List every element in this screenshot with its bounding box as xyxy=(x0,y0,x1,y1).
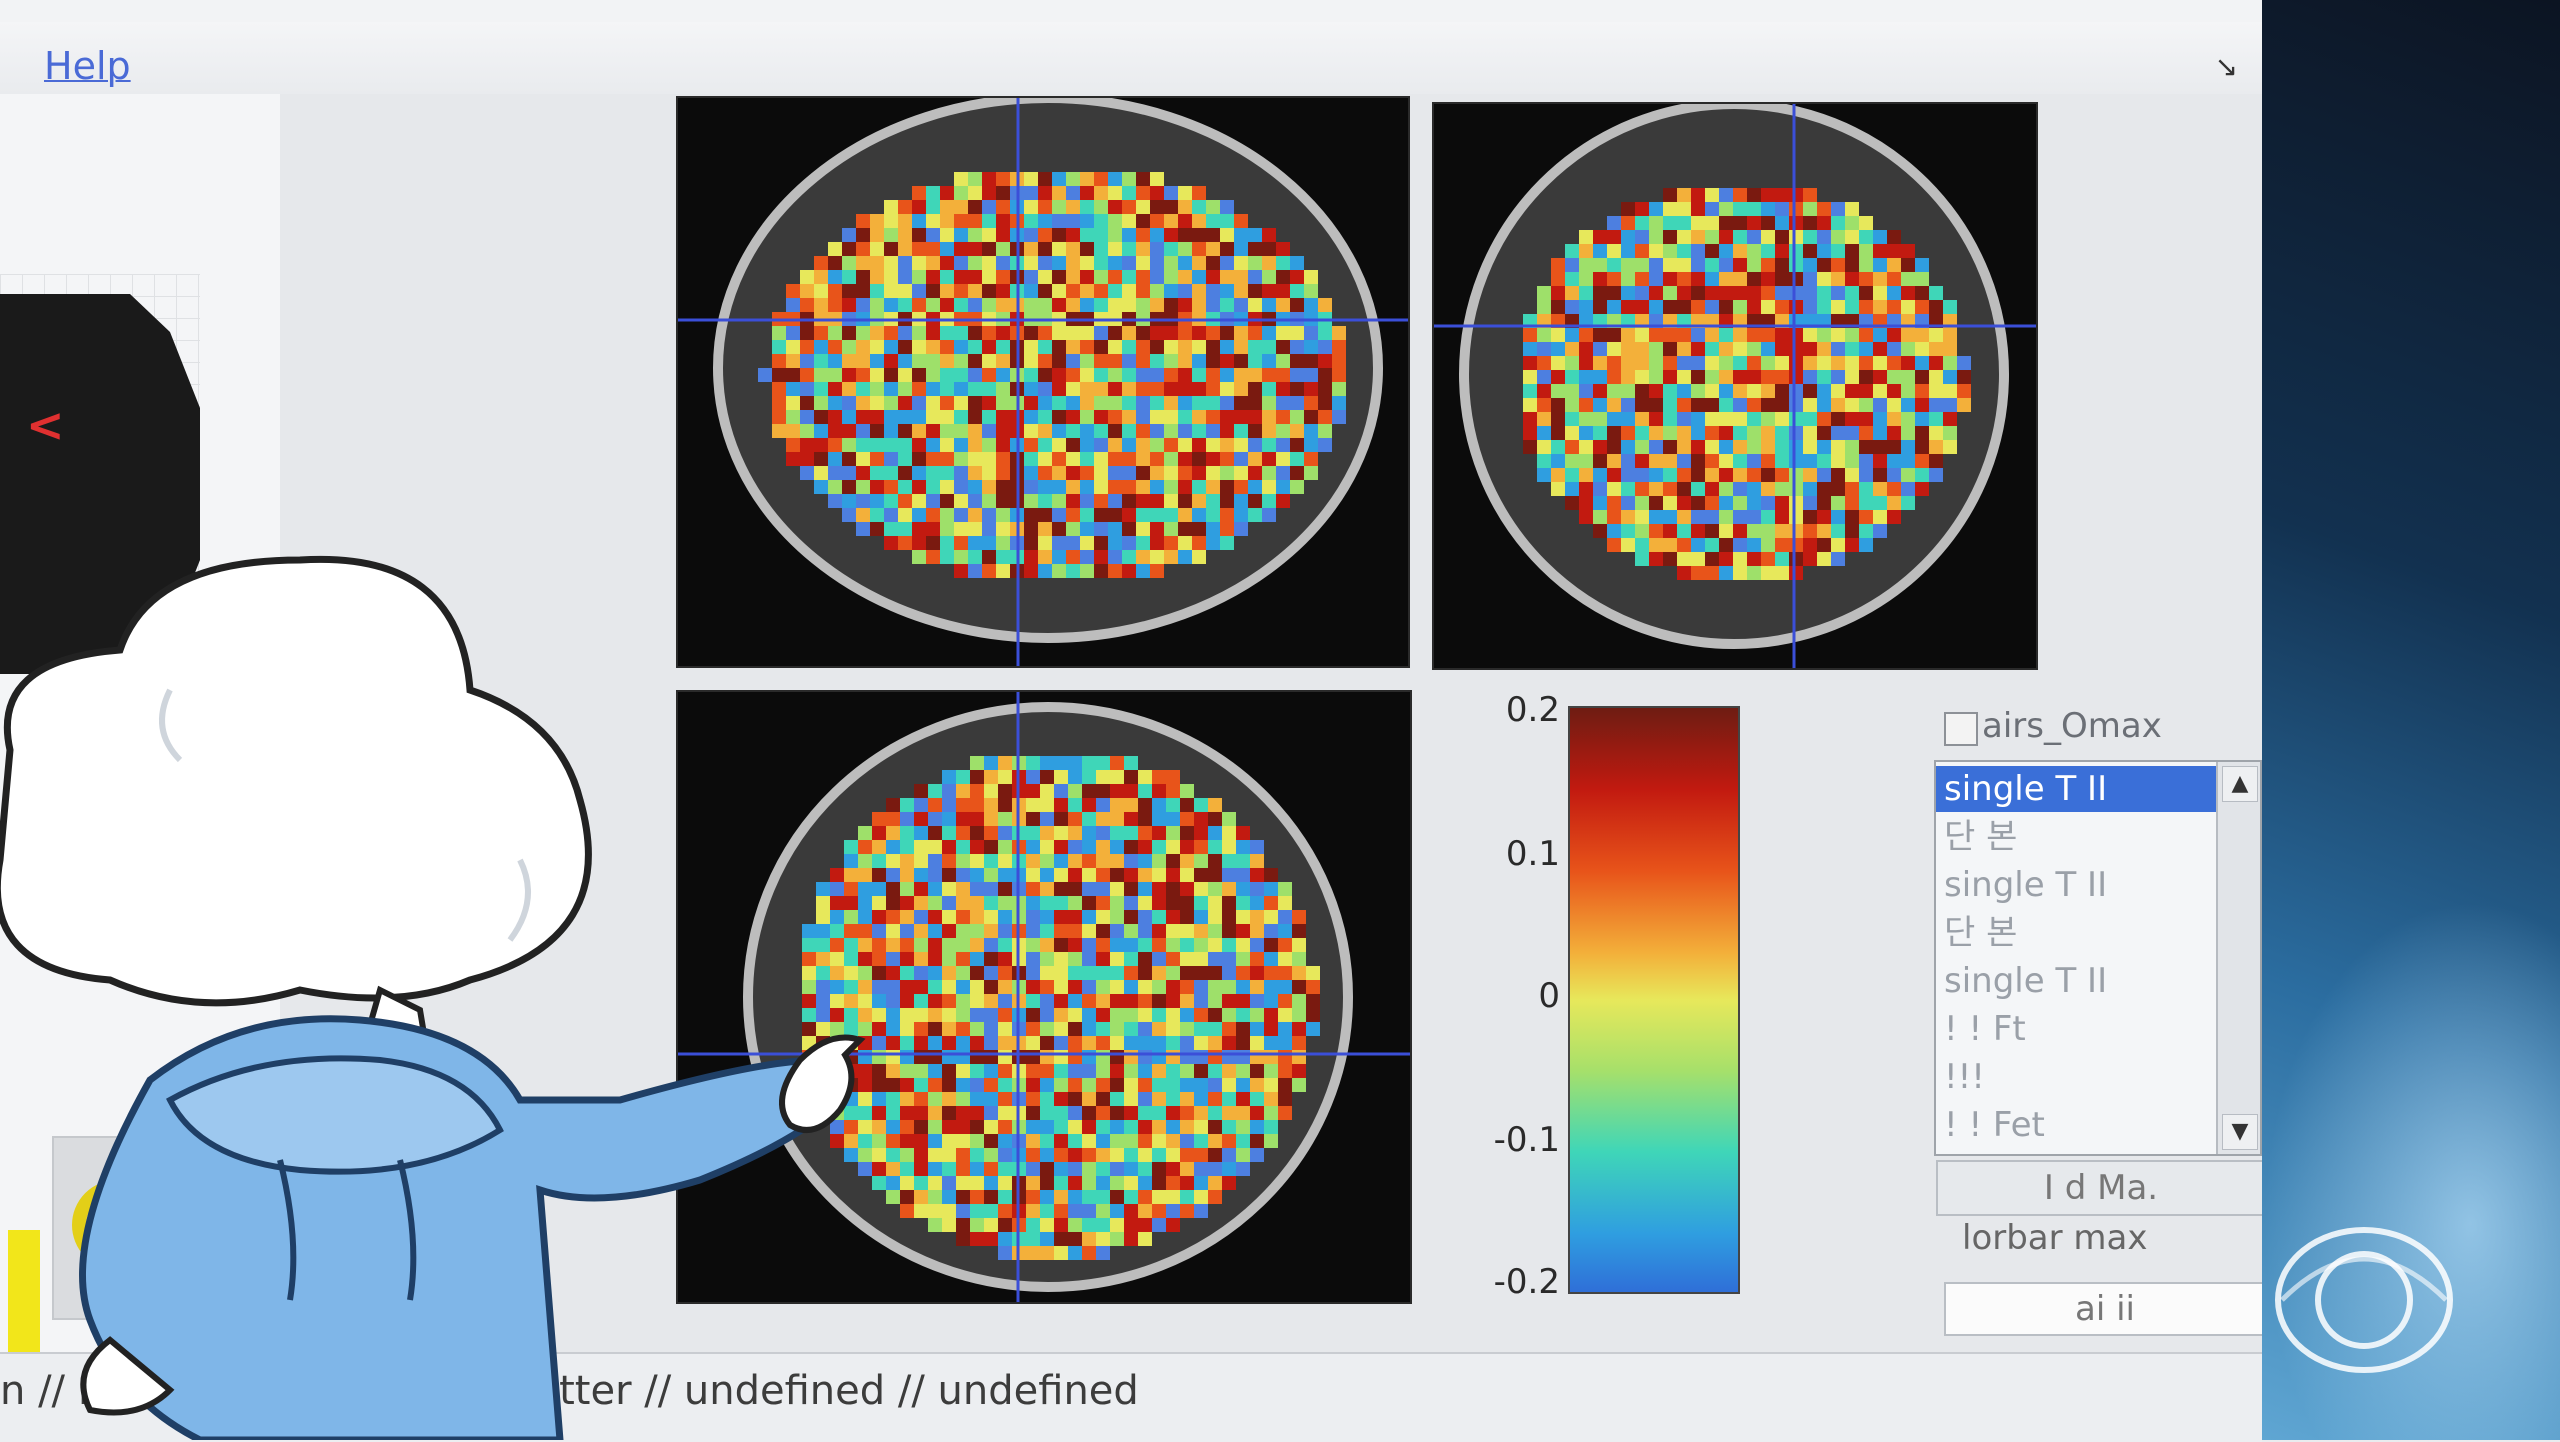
thumbnail-marker: < xyxy=(26,398,65,452)
list-item[interactable]: ! ! Ft xyxy=(1936,1006,2220,1052)
listbox-scrollbar[interactable]: ▲ ▼ xyxy=(2216,762,2260,1154)
image-listbox[interactable]: single T II 단 본 single T II 단 본 single T II!… xyxy=(1934,760,2262,1156)
cartoon-pointing-hand xyxy=(779,1034,866,1133)
coronal-view[interactable] xyxy=(1432,102,2038,670)
colorbar xyxy=(1568,706,1740,1294)
colorbar-tick: -0.1 xyxy=(1493,1120,1560,1160)
checkbox-label: airs_Omax xyxy=(1982,706,2162,746)
cartoon-head xyxy=(0,555,592,1007)
colorbar-max-label: lorbar max xyxy=(1962,1218,2148,1258)
list-item[interactable]: 단 본 xyxy=(1936,910,2220,956)
colorbar-tick: 0.2 xyxy=(1505,690,1560,730)
colorbar-max-input[interactable]: ai ii xyxy=(1944,1282,2266,1336)
menu-bar: Help ↘ xyxy=(0,22,2262,96)
scroll-up-icon[interactable]: ▲ xyxy=(2222,766,2258,802)
colorbar-tick: 0.1 xyxy=(1505,834,1560,874)
list-item[interactable]: !!! xyxy=(1936,1054,2220,1100)
cartoon-character xyxy=(0,555,866,1440)
broadcaster-eye-logo xyxy=(2275,1227,2453,1373)
resize-arrow-icon[interactable]: ↘ xyxy=(2215,50,2238,83)
menu-help[interactable]: Help xyxy=(44,44,131,88)
list-item[interactable]: single T II xyxy=(1936,958,2220,1004)
checkbox[interactable] xyxy=(1944,712,1978,746)
colorbar-tick: -0.2 xyxy=(1493,1262,1560,1302)
list-item[interactable]: 단 본 xyxy=(1936,814,2220,860)
list-item[interactable]: single T II xyxy=(1936,862,2220,908)
scroll-down-icon[interactable]: ▼ xyxy=(2222,1114,2258,1150)
action-button[interactable]: I d Ma. xyxy=(1936,1160,2266,1216)
coronal-image xyxy=(1434,104,2036,668)
title-bar xyxy=(0,0,2262,22)
list-item[interactable]: single T II xyxy=(1936,766,2220,812)
colorbar-tick: 0 xyxy=(1538,976,1560,1016)
cartoon-hoodie xyxy=(79,1015,845,1440)
list-item[interactable]: ! ! Fet xyxy=(1936,1102,2220,1148)
